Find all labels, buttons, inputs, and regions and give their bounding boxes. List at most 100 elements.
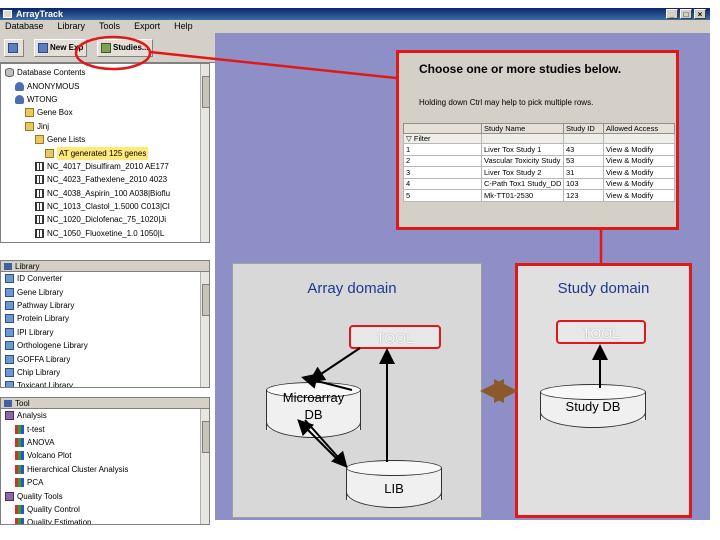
tree-item-label: Protein Library (17, 314, 70, 324)
study-db-label: Study DB (565, 399, 621, 414)
tree-item[interactable]: NC_4017_Disulfiram_2010 AE177 (1, 160, 209, 173)
table-cell: 53 (563, 154, 604, 167)
tree-item[interactable]: NC_1013_Clastol_1.5000 C013|Cl (1, 200, 209, 213)
tree-item[interactable]: Jinj (1, 120, 209, 133)
column-header-index[interactable] (403, 123, 482, 134)
chart-icon (15, 424, 24, 434)
chart-icon (15, 437, 24, 447)
study-db-cylinder: Study DB (540, 384, 646, 428)
tree-item[interactable]: Gene Lists (1, 133, 209, 146)
folder-icon (8, 43, 18, 53)
tool-item[interactable]: Hierarchical Cluster Analysis (1, 463, 209, 476)
studies-table-body: ▽ Filter 1 Liver Tox Study 1 43 View & Modi… (403, 133, 675, 202)
library-item[interactable]: IPI Library (1, 326, 209, 339)
library-item[interactable]: Orthologene Library (1, 339, 209, 352)
tool-item[interactable]: Quality Tools (1, 489, 209, 502)
maximize-button[interactable]: □ (680, 9, 692, 19)
library-icon (5, 354, 14, 364)
studies-button[interactable]: Studies... (97, 39, 153, 57)
table-row[interactable]: 4 C-Path Tox1 Study_DD 103 View & Modify (403, 177, 675, 190)
tool-item[interactable]: PCA (1, 476, 209, 489)
library-panel: Library ID Converter Gene Library Pathway … (0, 260, 210, 388)
table-row[interactable]: 2 Vascular Toxicity Study 53 View & Modify (403, 154, 675, 167)
library-scrollbar[interactable] (200, 272, 209, 387)
toolbar: New Exp Studies... (0, 33, 215, 63)
study-domain-title: Study domain (557, 280, 650, 297)
library-item[interactable]: GOFFA Library (1, 352, 209, 365)
table-cell: 2 (403, 154, 482, 167)
chart-icon (15, 478, 24, 488)
studies-icon (101, 43, 111, 53)
tree-item[interactable]: NC_1020_Diclofenac_75_1020|Ji (1, 213, 209, 226)
chart-icon (15, 504, 24, 514)
tree-item[interactable]: Database Contents (1, 66, 209, 79)
library-item[interactable]: Chip Library (1, 366, 209, 379)
menu-help[interactable]: Help (174, 20, 193, 33)
new-exp-button[interactable]: New Exp (34, 39, 88, 57)
menu-export[interactable]: Export (134, 20, 160, 33)
tool-item[interactable]: Quality Control (1, 503, 209, 516)
tree-item-label: IPI Library (17, 327, 54, 337)
table-row[interactable]: 1 Liver Tox Study 1 43 View & Modify (403, 143, 675, 156)
dialog-title: Choose one or more studies below. (419, 62, 622, 76)
menu-tools[interactable]: Tools (99, 20, 120, 33)
tree-item-label: NC_1050_Fluoxetine_1.0 1050|L (47, 228, 165, 238)
tree-item-label: Toxicant Library (17, 381, 74, 388)
library-item[interactable]: Pathway Library (1, 299, 209, 312)
filter-cell-name[interactable] (481, 133, 564, 144)
library-item[interactable]: ID Converter (1, 272, 209, 285)
studies-label: Studies... (113, 43, 149, 52)
folder-icon (45, 148, 54, 158)
close-button[interactable]: × (694, 9, 706, 19)
table-cell: View & Modify (603, 154, 675, 167)
tool-item[interactable]: Volcano Plot (1, 449, 209, 462)
library-item[interactable]: Toxicant Library (1, 379, 209, 388)
tree-item-label: Gene Lists (47, 135, 86, 145)
table-cell: 5 (403, 189, 482, 202)
menu-bar: Database Library Tools Export Help (0, 20, 710, 33)
tree-item[interactable]: WTONG (1, 93, 209, 106)
column-header-study-id[interactable]: Study ID (563, 123, 604, 134)
open-button[interactable] (4, 39, 24, 57)
tree-scrollbar[interactable] (200, 64, 209, 242)
library-item[interactable]: Gene Library (1, 285, 209, 298)
table-cell: View & Modify (603, 166, 675, 179)
filter-cell-id[interactable] (563, 133, 604, 144)
tool-item[interactable]: t-test (1, 422, 209, 435)
menu-database[interactable]: Database (5, 20, 44, 33)
library-item[interactable]: Protein Library (1, 312, 209, 325)
table-cell: View & Modify (603, 143, 675, 156)
tree-item[interactable]: NC_1050_Fluoxetine_1.0 1050|L (1, 227, 209, 240)
tree-item-label: NC_1020_Diclofenac_75_1020|Ji (47, 215, 167, 225)
tree-item-label: AT generated 125 genes (57, 146, 149, 160)
tree-item[interactable]: AT generated 125 genes (1, 146, 209, 160)
tree-item[interactable]: ANONYMOUS (1, 79, 209, 92)
tool-item[interactable]: ANOVA (1, 436, 209, 449)
new-exp-label: New Exp (50, 43, 84, 52)
menu-library[interactable]: Library (58, 20, 86, 33)
chart-icon (15, 451, 24, 461)
window-controls: _ □ × (666, 9, 706, 19)
table-row[interactable]: 5 Mk-TT01-2530 123 View & Modify (403, 189, 675, 202)
filter-cell[interactable]: ▽ Filter (403, 133, 482, 144)
tool-scrollbar[interactable] (200, 409, 209, 524)
filter-icon: ▽ (406, 134, 414, 143)
tool-item[interactable]: Analysis (1, 409, 209, 422)
filter-cell-access[interactable] (603, 133, 675, 144)
filter-row[interactable]: ▽ Filter (403, 133, 675, 144)
tree-item-label: ANOVA (27, 437, 55, 447)
tree-item-label: Quality Estimation (27, 518, 92, 525)
tool-icon (4, 400, 12, 407)
tree-item[interactable]: Gene Box (1, 106, 209, 119)
cylinder-top (346, 460, 442, 476)
tree-item-label: Quality Control (27, 504, 80, 514)
table-row[interactable]: 3 Liver Tox Study 2 31 View & Modify (403, 166, 675, 179)
tree-item-label: Gene Box (37, 108, 73, 118)
tree-item[interactable]: NC_4038_Aspirin_100 A038|Bioflu (1, 187, 209, 200)
table-cell: Vascular Toxicity Study (481, 154, 564, 167)
tool-item[interactable]: Quality Estimation (1, 516, 209, 525)
column-header-allowed-access[interactable]: Allowed Access (603, 123, 675, 134)
minimize-button[interactable]: _ (666, 9, 678, 19)
column-header-study-name[interactable]: Study Name (481, 123, 564, 134)
tree-item[interactable]: NC_4023_Fathexlene_2010 4023 (1, 173, 209, 186)
